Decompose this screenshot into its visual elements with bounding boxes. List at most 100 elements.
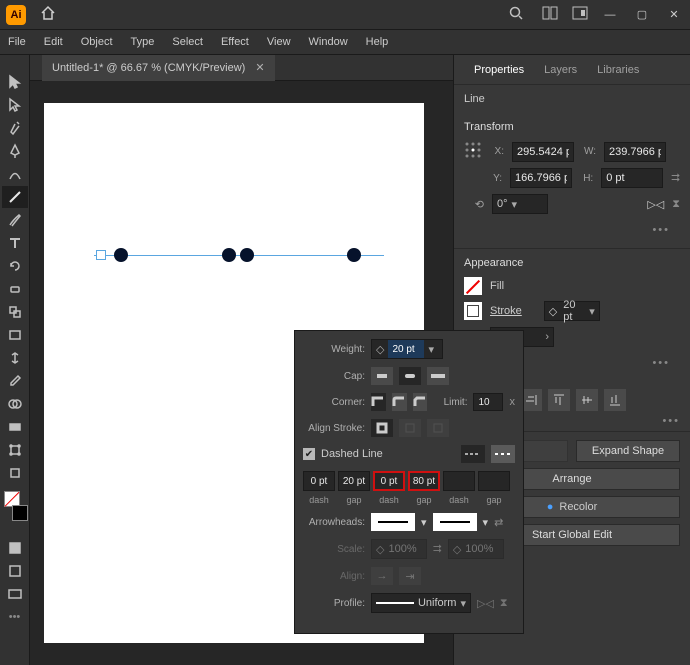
fill-swatch[interactable] <box>464 277 482 295</box>
menu-object[interactable]: Object <box>81 36 113 48</box>
width-tool[interactable] <box>2 347 28 369</box>
menu-type[interactable]: Type <box>131 36 155 48</box>
flip-along-icon[interactable]: ▷◁ <box>477 597 494 610</box>
close-button[interactable]: ✕ <box>664 8 684 21</box>
tab-properties[interactable]: Properties <box>464 64 534 76</box>
menu-effect[interactable]: Effect <box>221 36 249 48</box>
profile-dd[interactable]: Uniform▾ <box>371 593 471 613</box>
close-tab-icon[interactable]: ✕ <box>255 61 264 74</box>
more-transform-icon[interactable]: ••• <box>464 220 680 240</box>
selection-tool[interactable] <box>2 71 28 93</box>
corner-miter-icon[interactable] <box>371 393 386 411</box>
rotate-tool[interactable] <box>2 255 28 277</box>
menu-help[interactable]: Help <box>366 36 389 48</box>
arrowhead-end[interactable] <box>433 513 477 531</box>
cap-butt-icon[interactable] <box>371 367 393 385</box>
menu-edit[interactable]: Edit <box>44 36 63 48</box>
minimize-button[interactable]: — <box>600 9 620 21</box>
align-stroke-inside-icon[interactable] <box>399 419 421 437</box>
align-bottom-icon[interactable] <box>604 389 626 411</box>
h-input[interactable] <box>601 168 663 188</box>
rotate-input[interactable]: 0°▾ <box>492 194 548 214</box>
dash-1-input[interactable]: 0 pt <box>303 471 335 491</box>
scale-tool[interactable] <box>2 301 28 323</box>
stroke-weight-dd[interactable]: ◇20 pt▾ <box>544 301 600 321</box>
menu-window[interactable]: Window <box>309 36 348 48</box>
line-tool[interactable] <box>2 186 28 208</box>
paintbrush-tool[interactable] <box>2 209 28 231</box>
stroke-swatch[interactable] <box>464 302 482 320</box>
menu-select[interactable]: Select <box>172 36 203 48</box>
magic-wand-tool[interactable] <box>2 117 28 139</box>
align-arrow-tip-icon[interactable]: ⇥ <box>399 567 421 585</box>
curvature-tool[interactable] <box>2 163 28 185</box>
cap-projecting-icon[interactable] <box>427 367 449 385</box>
draw-mode-icon[interactable] <box>2 560 28 582</box>
direct-selection-tool[interactable] <box>2 94 28 116</box>
tab-libraries[interactable]: Libraries <box>587 64 649 76</box>
swap-arrowheads-icon[interactable]: ⇄ <box>494 516 503 529</box>
document-tab[interactable]: Untitled-1* @ 66.67 % (CMYK/Preview) ✕ <box>42 55 275 81</box>
flip-across-icon[interactable]: ⧗ <box>500 597 508 610</box>
artboard-tool[interactable] <box>2 462 28 484</box>
home-icon[interactable] <box>40 5 56 24</box>
type-tool[interactable] <box>2 232 28 254</box>
corner-round-icon[interactable] <box>392 393 407 411</box>
corner-bevel-icon[interactable] <box>413 393 428 411</box>
screen-mode-icon[interactable] <box>2 583 28 605</box>
arrange-docs-icon[interactable] <box>542 6 558 23</box>
tab-layers[interactable]: Layers <box>534 64 587 76</box>
gap-1-input[interactable]: 20 pt <box>338 471 370 491</box>
link-wh-icon[interactable]: ⮆ <box>671 172 680 185</box>
gap-2-input[interactable]: 80 pt <box>408 471 440 491</box>
dash-cap <box>222 248 236 262</box>
menu-view[interactable]: View <box>267 36 291 48</box>
search-icon[interactable] <box>508 5 524 24</box>
scale-start-input[interactable]: ◇100% <box>371 539 427 559</box>
flip-v-icon[interactable]: ⧗ <box>672 198 680 211</box>
gap-lbl: gap <box>408 495 440 505</box>
align-stroke-outside-icon[interactable] <box>427 419 449 437</box>
w-input[interactable] <box>604 142 666 162</box>
dashed-line-checkbox[interactable]: ✔ <box>303 448 315 460</box>
weight-field[interactable]: ◇ ▾ <box>371 339 443 359</box>
cap-round-icon[interactable] <box>399 367 421 385</box>
stroke-label[interactable]: Stroke <box>490 305 522 317</box>
scale-end-input[interactable]: ◇100% <box>448 539 504 559</box>
align-arrow-extend-icon[interactable]: → <box>371 567 393 585</box>
free-transform-tool[interactable] <box>2 439 28 461</box>
arrowhead-start[interactable] <box>371 513 415 531</box>
pen-tool[interactable] <box>2 140 28 162</box>
expand-shape-button[interactable]: Expand Shape <box>576 440 680 462</box>
dash-3-input[interactable] <box>443 471 475 491</box>
align-stroke-center-icon[interactable] <box>371 419 393 437</box>
dash-preserve-exact-icon[interactable] <box>461 445 485 463</box>
weight-input[interactable] <box>388 340 424 358</box>
rectangle-tool[interactable] <box>2 324 28 346</box>
dash-lbl: dash <box>373 495 405 505</box>
dash-2-input[interactable]: 0 pt <box>373 471 405 491</box>
align-arrow-label: Align: <box>303 571 365 582</box>
y-input[interactable] <box>510 168 572 188</box>
gradient-tool[interactable] <box>2 416 28 438</box>
eraser-tool[interactable] <box>2 278 28 300</box>
limit-input[interactable] <box>473 393 503 411</box>
eyedropper-tool[interactable] <box>2 370 28 392</box>
dash-align-corners-icon[interactable] <box>491 445 515 463</box>
anchor-point[interactable] <box>96 250 106 260</box>
line-path[interactable] <box>94 255 384 256</box>
fill-stroke-swatch[interactable] <box>4 491 26 519</box>
color-mode-icon[interactable] <box>2 537 28 559</box>
reference-point-icon[interactable] <box>464 141 482 162</box>
align-top-icon[interactable] <box>548 389 570 411</box>
link-scale-icon[interactable]: ⮆ <box>433 543 442 556</box>
workspace-icon[interactable] <box>572 6 588 23</box>
shape-builder-tool[interactable] <box>2 393 28 415</box>
edit-toolbar-icon[interactable]: ••• <box>2 606 28 628</box>
gap-3-input[interactable] <box>478 471 510 491</box>
x-input[interactable] <box>512 142 574 162</box>
menu-file[interactable]: File <box>8 36 26 48</box>
align-vcenter-icon[interactable] <box>576 389 598 411</box>
restore-button[interactable]: ▢ <box>632 8 652 21</box>
flip-h-icon[interactable]: ▷◁ <box>647 198 664 211</box>
